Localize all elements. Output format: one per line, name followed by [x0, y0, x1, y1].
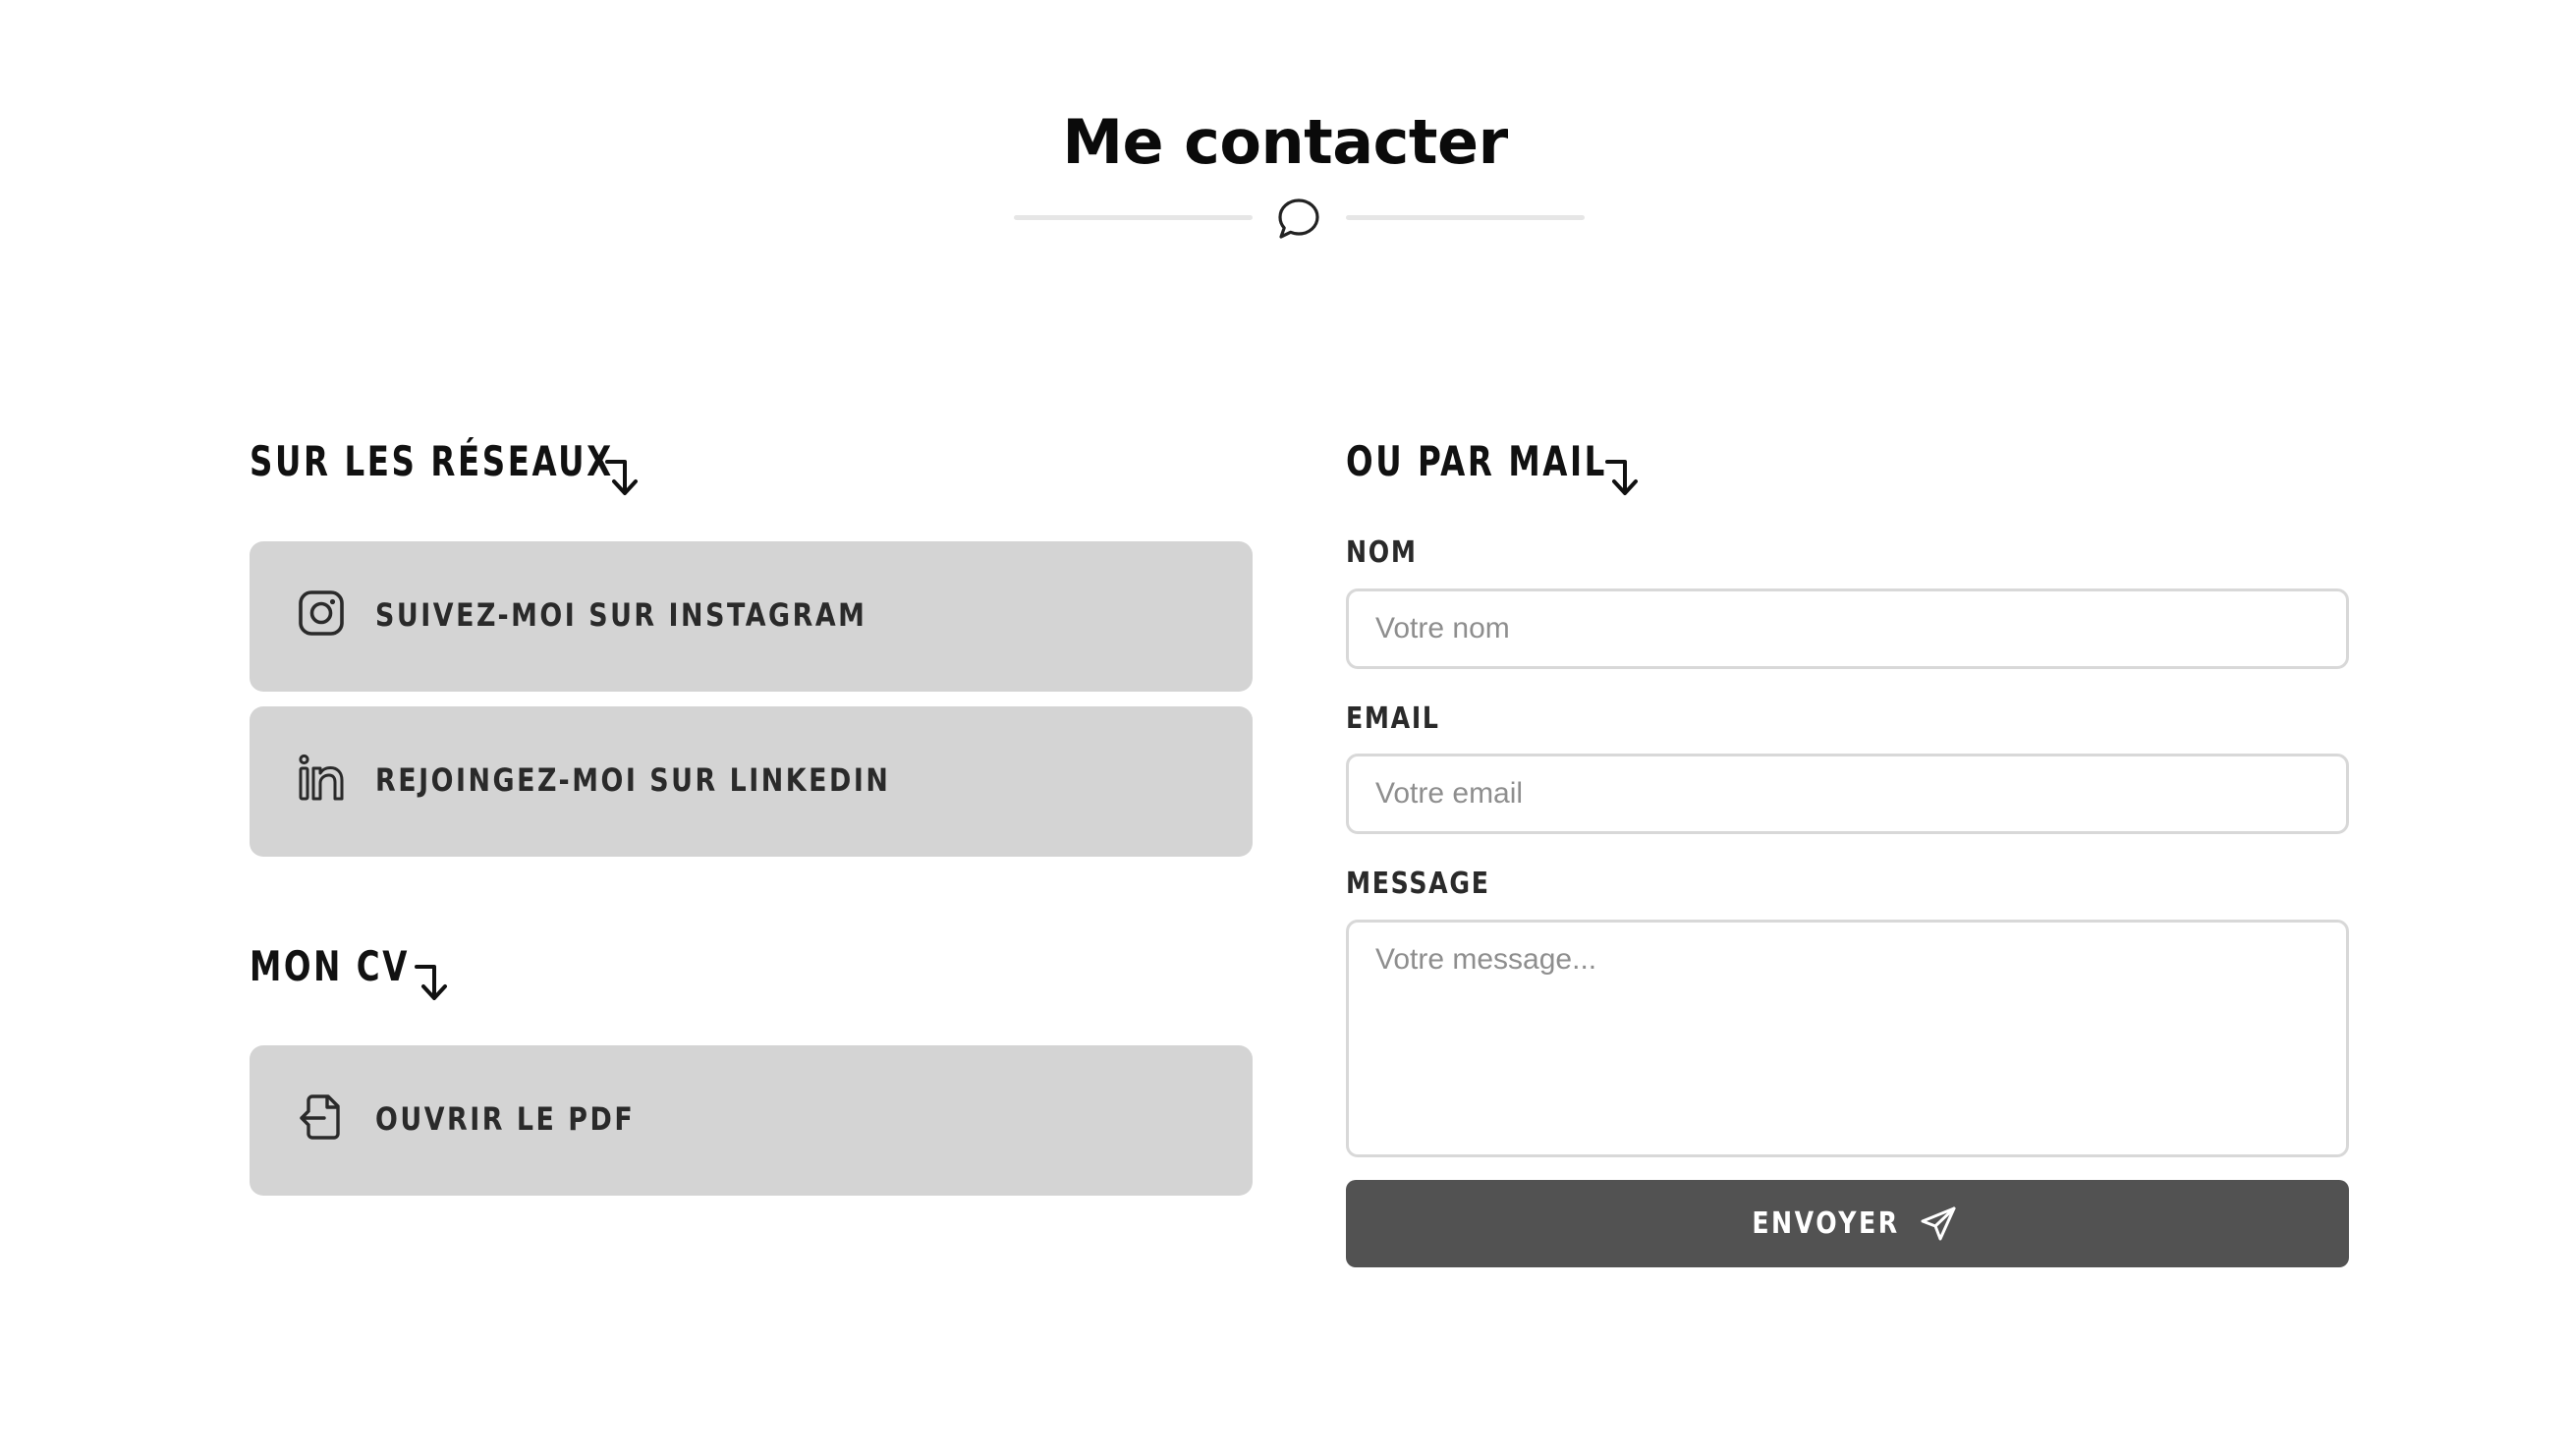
page-title: Me contacter	[1062, 106, 1508, 178]
name-field[interactable]	[1346, 588, 2349, 669]
message-label: Message	[1346, 867, 1490, 901]
instagram-icon	[297, 588, 346, 638]
title-divider-left	[1014, 215, 1253, 220]
email-field[interactable]	[1346, 754, 2349, 834]
message-field[interactable]	[1346, 920, 2349, 1157]
cv-heading: Mon CV	[250, 942, 410, 990]
open-cv-pdf-label: Ouvrir le PDF	[375, 1100, 636, 1138]
speech-bubble-icon	[1276, 196, 1321, 242]
mail-heading: Ou par mail	[1346, 437, 1607, 485]
linkedin-link[interactable]: Rejoingez-moi sur LinkedIn	[250, 706, 1253, 857]
email-label: Email	[1346, 701, 1440, 736]
linkedin-icon	[297, 754, 346, 803]
title-divider-right	[1346, 215, 1585, 220]
linkedin-link-label: Rejoingez-moi sur LinkedIn	[375, 761, 891, 799]
instagram-link-label: Suivez-moi sur Instagram	[375, 596, 867, 634]
name-label: Nom	[1346, 535, 1418, 570]
send-icon	[1920, 1205, 1957, 1243]
arrow-down-right-icon	[1603, 454, 1645, 499]
arrow-down-right-icon	[603, 454, 644, 499]
open-cv-pdf-button[interactable]: Ouvrir le PDF	[250, 1045, 1253, 1196]
send-button[interactable]: Envoyer	[1346, 1180, 2349, 1267]
file-open-icon	[297, 1092, 346, 1142]
send-button-label: Envoyer	[1752, 1206, 1900, 1241]
instagram-link[interactable]: Suivez-moi sur Instagram	[250, 541, 1253, 692]
arrow-down-right-icon	[413, 959, 454, 1004]
social-heading: Sur les réseaux	[250, 437, 614, 485]
